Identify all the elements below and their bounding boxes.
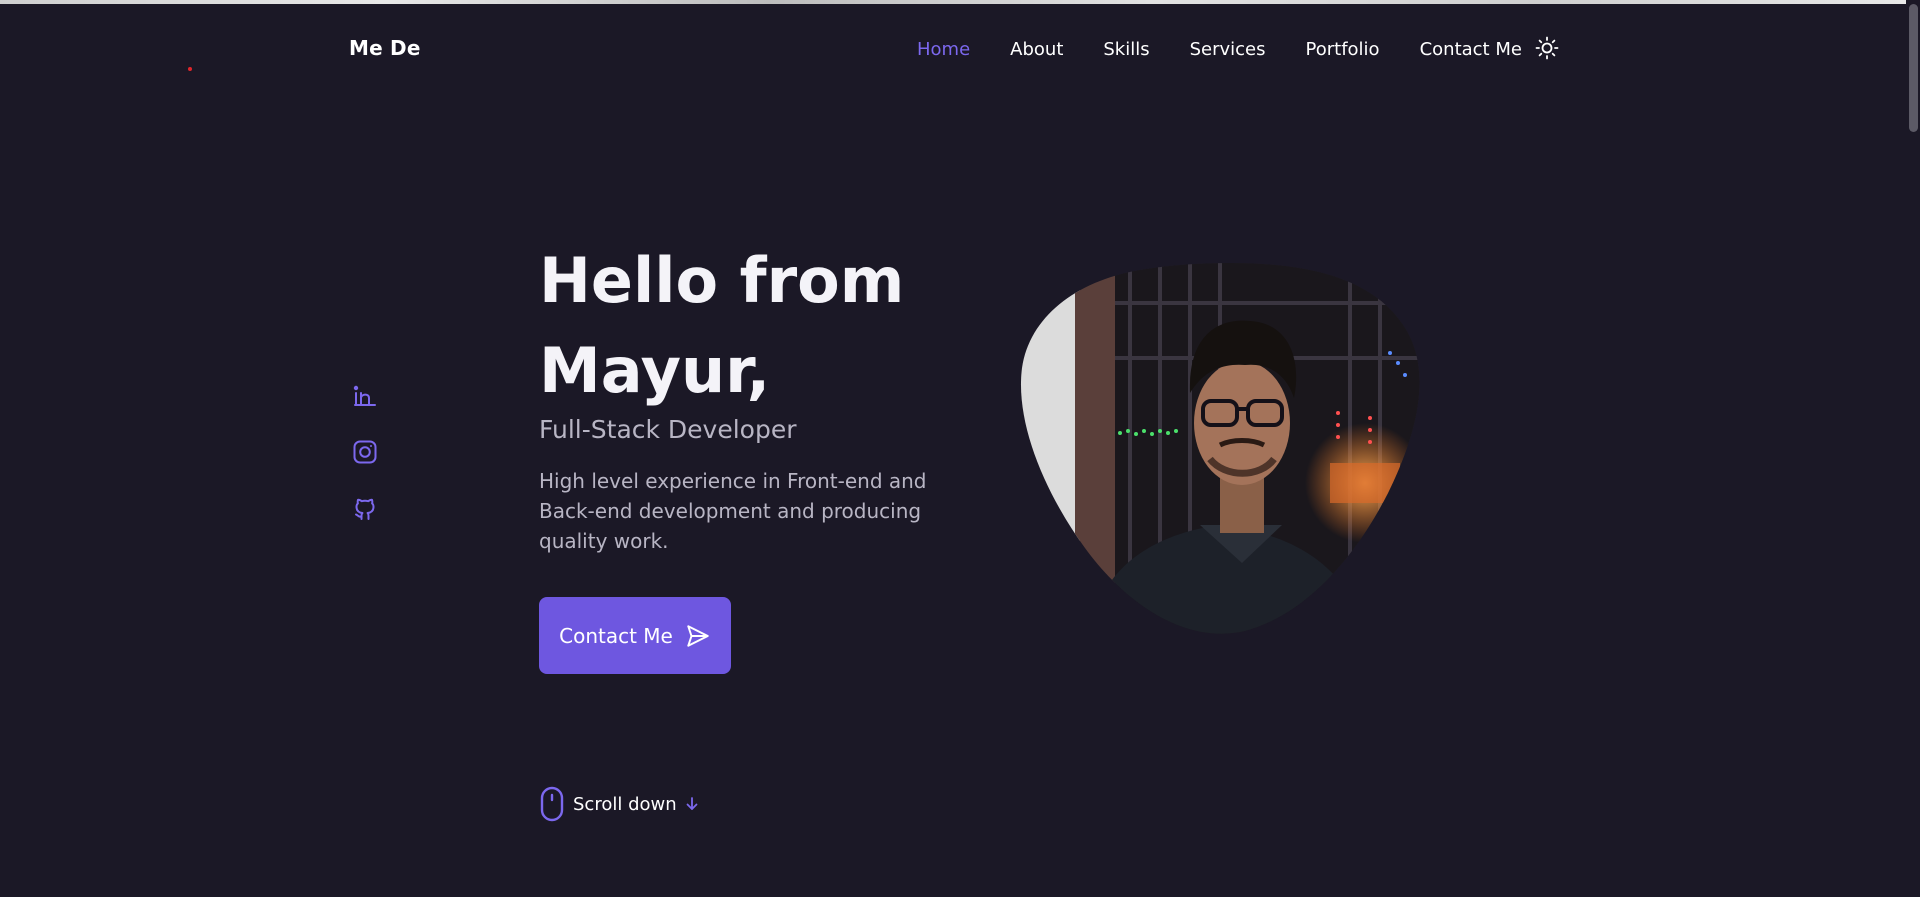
nav-item-services[interactable]: Services (1190, 39, 1266, 60)
profile-photo (1020, 263, 1420, 634)
browser-top-strip (0, 0, 1920, 4)
page-scrollbar[interactable] (1906, 0, 1920, 897)
social-links (352, 383, 380, 521)
scroll-down-link[interactable]: Scroll down (539, 786, 699, 822)
hero-subtitle: Full-Stack Developer (539, 415, 797, 444)
scroll-down-label: Scroll down (573, 793, 677, 815)
nav-item-contact[interactable]: Contact Me (1420, 39, 1522, 60)
instagram-icon[interactable] (352, 439, 378, 465)
nav-item-skills[interactable]: Skills (1103, 39, 1149, 60)
site-logo[interactable]: Me De (349, 36, 421, 60)
hero-title-line-2: Mayur, (539, 334, 771, 407)
send-icon (687, 624, 709, 647)
mouse-icon (540, 786, 564, 822)
arrow-down-icon (686, 797, 698, 810)
sun-icon[interactable] (1535, 36, 1559, 60)
linkedin-icon[interactable] (352, 383, 378, 409)
nav-item-portfolio[interactable]: Portfolio (1306, 39, 1380, 60)
contact-me-label: Contact Me (559, 623, 673, 648)
nav-item-about[interactable]: About (1010, 39, 1063, 60)
nav-item-home[interactable]: Home (917, 39, 970, 60)
cursor-dot (188, 67, 192, 71)
main-nav: Home About Skills Services Portfolio Con… (917, 36, 1562, 62)
hero-title-line-1: Hello from (539, 244, 905, 317)
hero-title: Hello from Mayur, (539, 236, 979, 416)
hero-description: High level experience in Front-end and B… (539, 469, 927, 553)
github-icon[interactable] (352, 495, 378, 521)
scrollbar-thumb[interactable] (1909, 4, 1918, 132)
contact-me-button[interactable]: Contact Me (539, 597, 731, 674)
